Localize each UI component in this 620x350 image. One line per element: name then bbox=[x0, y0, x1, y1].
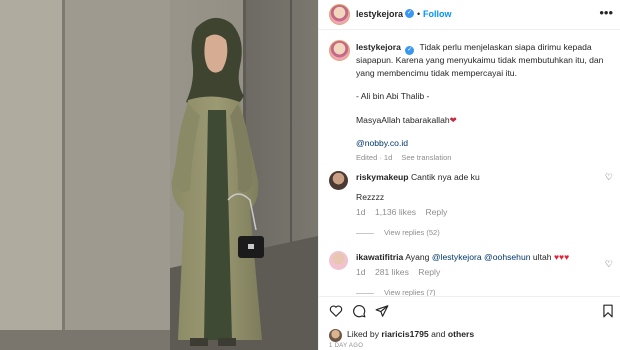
follow-button[interactable]: Follow bbox=[423, 9, 452, 19]
caption-blessing: MasyaAllah tabarakallah bbox=[356, 114, 450, 125]
verified-badge-icon: ✓ bbox=[405, 9, 414, 18]
caption-attribution: - Ali bin Abi Thalib - bbox=[356, 91, 430, 101]
share-icon[interactable] bbox=[375, 304, 389, 318]
caption-mention[interactable]: @nobby.co.id bbox=[356, 137, 618, 150]
more-options-icon[interactable]: ••• bbox=[599, 5, 613, 20]
comment-avatar[interactable] bbox=[329, 251, 348, 270]
likes-and: and bbox=[431, 329, 446, 339]
author-username[interactable]: lestykejora bbox=[356, 9, 403, 19]
caption-line-2: siapapun. Karena yang menyukaimu tidak m… bbox=[356, 55, 604, 65]
broken-heart-emoji-icon: ❤ bbox=[449, 114, 457, 125]
comment-tail: ultah bbox=[532, 252, 552, 262]
author-avatar[interactable] bbox=[329, 4, 350, 25]
likes-others[interactable]: others bbox=[448, 329, 474, 339]
comment-age: 1d bbox=[356, 207, 366, 217]
post-side-panel: lestykejora ✓ • Follow ••• lestykejora ✓… bbox=[318, 0, 620, 350]
comment-likes[interactable]: 281 likes bbox=[375, 267, 409, 277]
likes-prefix: Liked by bbox=[347, 329, 380, 339]
view-replies-button[interactable]: View replies (52) bbox=[356, 228, 440, 237]
comment-reply-button[interactable]: Reply bbox=[425, 207, 447, 217]
comment-reply-button[interactable]: Reply bbox=[418, 267, 440, 277]
comment-text: Cantik nya ade ku bbox=[410, 172, 480, 182]
comment-age: 1d bbox=[356, 267, 366, 277]
comment-likes[interactable]: 1,136 likes bbox=[375, 207, 416, 217]
action-bar: Liked by riaricis1795 and others 1 DAY A… bbox=[319, 296, 620, 350]
view-replies-label: View replies (52) bbox=[384, 228, 440, 237]
comment-username[interactable]: riskymakeup bbox=[356, 172, 409, 182]
post-photo[interactable] bbox=[0, 0, 318, 350]
likes-user[interactable]: riaricis1795 bbox=[381, 329, 428, 339]
comment-mention-1[interactable]: @lestykejora bbox=[432, 252, 482, 262]
instagram-post: lestykejora ✓ • Follow ••• lestykejora ✓… bbox=[0, 0, 620, 350]
comment-like-heart-icon[interactable]: ♡ bbox=[605, 259, 613, 270]
caption-username[interactable]: lestykejora bbox=[356, 42, 401, 52]
comment-like-heart-icon[interactable]: ♡ bbox=[605, 172, 613, 183]
caption-edited-time: Edited · 1d bbox=[356, 152, 393, 162]
caption-avatar[interactable] bbox=[329, 40, 350, 61]
heart-icon[interactable] bbox=[329, 304, 343, 318]
post-header: lestykejora ✓ • Follow ••• bbox=[319, 0, 620, 30]
likes-summary[interactable]: Liked by riaricis1795 and others bbox=[347, 329, 474, 339]
comment-text-2: Rezzzz bbox=[356, 192, 385, 202]
red-hearts-emoji: ♥♥♥ bbox=[553, 252, 570, 262]
comment-icon[interactable] bbox=[352, 304, 366, 318]
liker-avatar[interactable] bbox=[329, 329, 342, 342]
post-image bbox=[0, 0, 318, 350]
see-translation-link[interactable]: See translation bbox=[401, 153, 451, 162]
comment-mention-2[interactable]: @oohsehun bbox=[484, 252, 530, 262]
caption-line-1: Tidak perlu menjelaskan siapa dirimu kep… bbox=[419, 42, 592, 52]
caption-text: lestykejora ✓ Tidak perlu menjelaskan si… bbox=[356, 41, 618, 164]
post-date: 1 DAY AGO bbox=[329, 343, 364, 349]
caption-line-3: yang membencimu tidak mempercayai itu. bbox=[356, 67, 517, 78]
bookmark-icon[interactable] bbox=[601, 304, 615, 318]
comment-text: Ayang bbox=[405, 252, 430, 262]
comment-avatar[interactable] bbox=[329, 171, 348, 190]
header-separator: • bbox=[417, 9, 421, 19]
comment-username[interactable]: ikawatifitria bbox=[356, 252, 403, 262]
